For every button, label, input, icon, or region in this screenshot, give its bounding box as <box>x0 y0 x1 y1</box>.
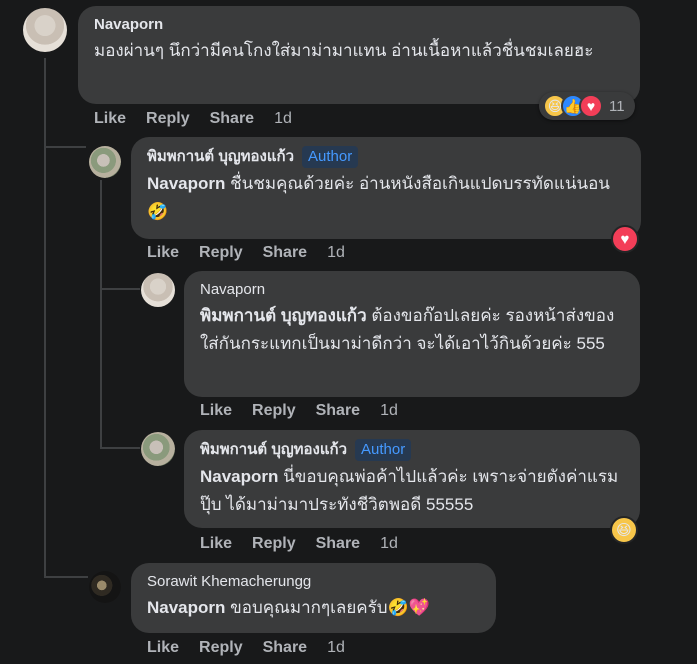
reaction-count: 11 <box>609 97 625 115</box>
comment-timestamp[interactable]: 1d <box>327 244 345 262</box>
reaction-summary[interactable]: 😆 👍 ♥ 11 <box>539 92 635 120</box>
avatar[interactable] <box>89 146 121 178</box>
comment-text: มองผ่านๆ นึกว่ามีคนโกงใส่มาม่ามาแทน อ่าน… <box>94 41 594 60</box>
rofl-emoji: 🤣 <box>147 202 169 221</box>
comment-actions: Like Reply Share 1d <box>94 110 312 128</box>
comment-actions: Like Reply Share 1d <box>147 244 365 262</box>
thread-connector-sorawit <box>44 576 88 578</box>
comment-author[interactable]: Navaporn <box>94 15 626 35</box>
share-button[interactable]: Share <box>263 244 307 262</box>
reply-button[interactable]: Reply <box>146 110 190 128</box>
thread-connector-1 <box>44 146 86 148</box>
avatar[interactable] <box>141 432 175 466</box>
comment-author[interactable]: Navaporn <box>200 280 626 300</box>
comment-bubble: พิมพกานต์ บุญทองแก้ว Author Navaporn นี่… <box>184 430 640 528</box>
comment-text: พิมพกานต์ บุญทองแก้ว ต้องขอก๊อปเลยค่ะ รอ… <box>200 306 615 353</box>
comment-timestamp[interactable]: 1d <box>327 639 345 657</box>
avatar[interactable] <box>23 8 67 52</box>
thread-connector-2 <box>100 288 140 290</box>
comment-bubble: Navaporn มองผ่านๆ นึกว่ามีคนโกงใส่มาม่าม… <box>78 6 640 104</box>
thread-connector-3 <box>100 447 140 449</box>
reply-button[interactable]: Reply <box>199 639 243 657</box>
mention-link[interactable]: Navaporn <box>147 598 225 617</box>
comment-text: Navaporn นี่ขอบคุณพ่อค้าไปแล้วค่ะ เพราะจ… <box>200 467 619 514</box>
haha-reaction-icon[interactable]: 😆 <box>610 516 638 544</box>
comment-bubble: Navaporn พิมพกานต์ บุญทองแก้ว ต้องขอก๊อป… <box>184 271 640 397</box>
comment-text: Navaporn ขอบคุณมากๆเลยครับ🤣💖 <box>147 598 430 617</box>
thread-line-nested <box>100 180 102 448</box>
comment-author[interactable]: พิมพกานต์ บุญทองแก้ว Author <box>200 439 626 461</box>
comment-bubble: พิมพกานต์ บุญทองแก้ว Author Navaporn ชื่… <box>131 137 641 239</box>
comment-bubble: Sorawit Khemacherungg Navaporn ขอบคุณมาก… <box>131 563 496 633</box>
mention-link[interactable]: พิมพกานต์ บุญทองแก้ว <box>200 306 367 325</box>
comment-actions: Like Reply Share 1d <box>147 639 365 657</box>
comment-actions: Like Reply Share 1d <box>200 402 418 420</box>
like-button[interactable]: Like <box>147 244 179 262</box>
avatar[interactable] <box>89 571 121 603</box>
avatar[interactable] <box>141 273 175 307</box>
love-reaction-icon: ♥ <box>579 94 603 118</box>
author-badge: Author <box>302 146 359 168</box>
reply-button[interactable]: Reply <box>199 244 243 262</box>
rofl-heart-emoji: 🤣💖 <box>387 598 430 617</box>
love-reaction-icon[interactable]: ♥ <box>611 225 639 253</box>
like-button[interactable]: Like <box>200 535 232 553</box>
comment-text: Navaporn ชื่นชมคุณด้วยค่ะ อ่านหนังสือเกิ… <box>147 174 615 221</box>
thread-line-main <box>44 58 46 578</box>
share-button[interactable]: Share <box>316 535 360 553</box>
comment-author[interactable]: Sorawit Khemacherungg <box>147 572 482 592</box>
comment-actions: Like Reply Share 1d <box>200 535 418 553</box>
share-button[interactable]: Share <box>316 402 360 420</box>
reply-button[interactable]: Reply <box>252 402 296 420</box>
reply-button[interactable]: Reply <box>252 535 296 553</box>
share-button[interactable]: Share <box>263 639 307 657</box>
like-button[interactable]: Like <box>147 639 179 657</box>
author-badge: Author <box>355 439 412 461</box>
comment-author[interactable]: พิมพกานต์ บุญทองแก้ว Author <box>147 146 627 168</box>
comment-timestamp[interactable]: 1d <box>274 110 292 128</box>
like-button[interactable]: Like <box>94 110 126 128</box>
share-button[interactable]: Share <box>210 110 254 128</box>
mention-link[interactable]: Navaporn <box>147 174 225 193</box>
like-button[interactable]: Like <box>200 402 232 420</box>
comment-timestamp[interactable]: 1d <box>380 402 398 420</box>
comment-timestamp[interactable]: 1d <box>380 535 398 553</box>
mention-link[interactable]: Navaporn <box>200 467 278 486</box>
